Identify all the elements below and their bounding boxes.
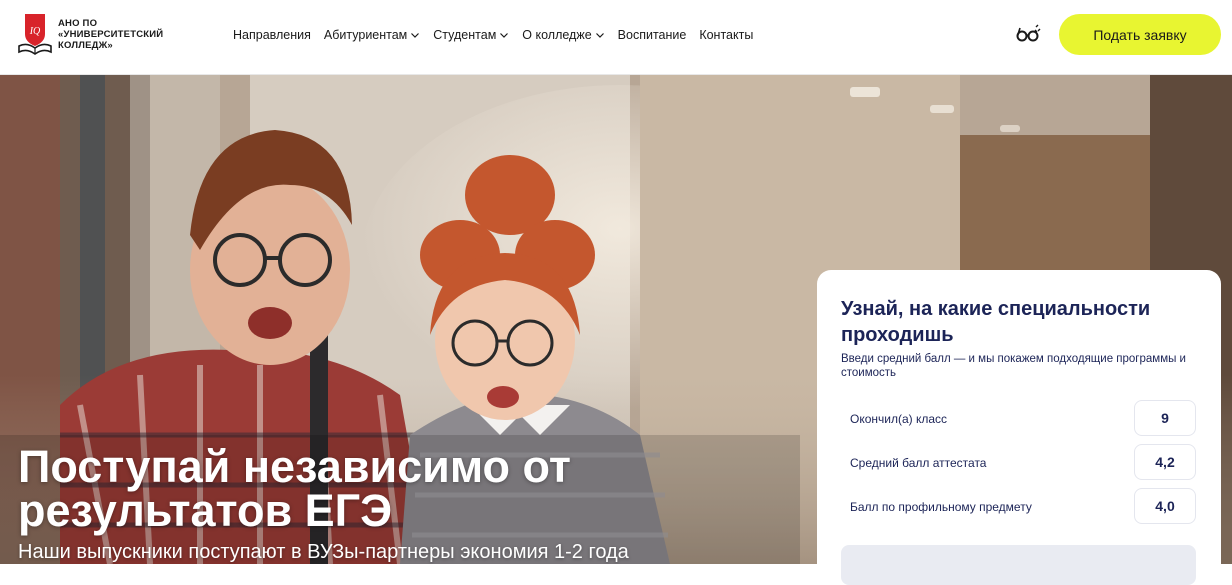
nav-item-contacts[interactable]: Контакты: [699, 26, 753, 44]
profile-score-row: Балл по профильному предмету: [850, 488, 1196, 526]
grade-class-row: Окончил(а) класс: [850, 400, 1196, 438]
nav-item-label: Воспитание: [617, 28, 687, 42]
svg-text:IQ: IQ: [29, 26, 41, 37]
nav-item-upbringing[interactable]: Воспитание: [618, 26, 687, 44]
nav-item-label: Абитуриентам: [323, 28, 408, 42]
specialty-calculator-card: Узнай, на какие специальности проходишь …: [817, 270, 1221, 585]
college-logo[interactable]: IQ АНО ПО «УНИВЕРСИТЕТСКИЙ КОЛЛЕДЖ»: [17, 12, 167, 58]
main-nav: Направления Абитуриентам Студентам О кол…: [233, 26, 766, 44]
hero-title-line: результатов ЕГЭ: [18, 485, 393, 536]
hero-title-line: Поступай независимо от: [18, 441, 571, 492]
chevron-down-icon: [500, 33, 509, 38]
average-score-row: Средний балл аттестата: [850, 444, 1196, 482]
logo-line: КОЛЛЕДЖ»: [58, 40, 113, 51]
nav-item-about[interactable]: О колледже: [522, 26, 604, 44]
average-score-input[interactable]: [1134, 444, 1196, 480]
site-header: IQ АНО ПО «УНИВЕРСИТЕТСКИЙ КОЛЛЕДЖ» Напр…: [0, 0, 1232, 75]
calculator-description: Введи средний балл — и мы покажем подход…: [841, 353, 1186, 379]
calculator-submit-area[interactable]: [841, 545, 1196, 585]
logo-text: АНО ПО «УНИВЕРСИТЕТСКИЙ КОЛЛЕДЖ»: [58, 18, 163, 51]
grade-class-input[interactable]: [1134, 400, 1196, 436]
logo-line: АНО ПО: [58, 18, 98, 29]
nav-item-applicants[interactable]: Абитуриентам: [324, 26, 420, 44]
logo-line: «УНИВЕРСИТЕТСКИЙ: [58, 29, 164, 40]
glasses-icon[interactable]: [1015, 22, 1041, 44]
nav-item-students[interactable]: Студентам: [433, 26, 509, 44]
calculator-title: Узнай, на какие специальности проходишь: [841, 298, 1151, 346]
nav-item-label: Студентам: [433, 28, 497, 42]
nav-item-label: Направления: [233, 28, 311, 42]
profile-score-input[interactable]: [1134, 488, 1196, 524]
average-score-label: Средний балл аттестата: [850, 456, 987, 470]
chevron-down-icon: [595, 33, 604, 38]
nav-item-label: О колледже: [522, 28, 592, 42]
hero-title: Поступай независимо от результатов ЕГЭ: [18, 441, 658, 536]
apply-button[interactable]: Подать заявку: [1059, 14, 1221, 55]
hero-subtitle: Наши выпускники поступают в ВУЗы-партнер…: [18, 541, 629, 563]
chevron-down-icon: [411, 33, 420, 38]
profile-score-label: Балл по профильному предмету: [850, 500, 1032, 514]
nav-item-label: Контакты: [699, 28, 754, 42]
grade-class-label: Окончил(а) класс: [850, 412, 948, 426]
nav-item-directions[interactable]: Направления: [233, 26, 311, 44]
logo-emblem-icon: IQ: [18, 14, 52, 55]
